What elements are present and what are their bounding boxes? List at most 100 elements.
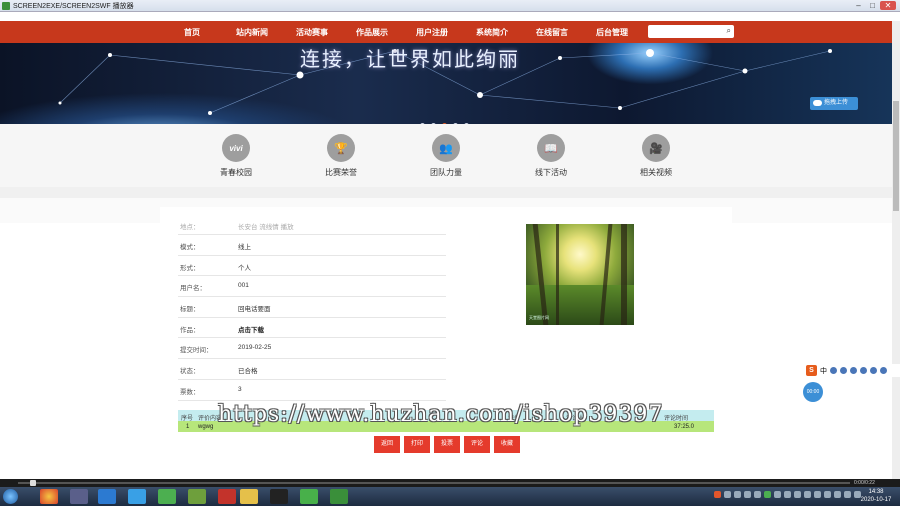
system-tray xyxy=(714,491,861,498)
close-button[interactable]: ✕ xyxy=(880,1,896,10)
tray-icon[interactable] xyxy=(814,491,821,498)
nav-item-events[interactable]: 活动赛事 xyxy=(282,27,342,38)
ime-tools-icon[interactable] xyxy=(880,367,887,374)
detail-key: 票数： xyxy=(180,388,200,396)
tray-icon[interactable] xyxy=(784,491,791,498)
tray-icon[interactable] xyxy=(774,491,781,498)
ime-keyboard-icon[interactable] xyxy=(860,367,867,374)
photo-caption: 天堂图片网 xyxy=(529,315,549,320)
ime-toolbar[interactable]: S 中 xyxy=(805,364,900,377)
feature-offline[interactable]: 📖 线下活动 xyxy=(521,134,581,178)
start-button-icon[interactable] xyxy=(3,489,18,504)
detail-row-location: 地点： 长安台 流线情 播放 xyxy=(178,223,446,235)
tray-icon[interactable] xyxy=(804,491,811,498)
ime-voice-icon[interactable] xyxy=(850,367,857,374)
chrome-icon[interactable] xyxy=(40,489,58,504)
detail-value: 长安台 流线情 播放 xyxy=(238,224,294,231)
detail-key: 作品： xyxy=(180,326,200,334)
tray-icon[interactable] xyxy=(724,491,731,498)
review-time: 37:25.0 xyxy=(674,424,695,430)
detail-row-votes: 票数： 3 xyxy=(178,380,446,401)
scrollbar-thumb[interactable] xyxy=(893,101,899,211)
sogou-ime-icon[interactable]: S xyxy=(806,365,817,376)
video-camera-icon: 🎥 xyxy=(642,134,670,162)
detail-key: 形式： xyxy=(180,264,200,272)
open-book-icon: 📖 xyxy=(537,134,565,162)
detail-row-work: 作品： 点击下载 xyxy=(178,318,446,339)
ime-punct-icon[interactable] xyxy=(830,367,837,374)
screen: SCREEN2EXE/SCREEN2SWF 播放器 – □ ✕ 首页 站内新闻 … xyxy=(0,0,900,506)
editor-taskbar-icon[interactable] xyxy=(158,489,176,504)
tray-icon[interactable] xyxy=(734,491,741,498)
feature-icons: vivi 青春校园 🏆 比赛荣誉 👥 团队力量 📖 线下活动 🎥 相关视频 xyxy=(0,124,892,200)
nav-item-works[interactable]: 作品展示 xyxy=(342,27,402,38)
photo-tree xyxy=(621,224,627,325)
tray-icon[interactable] xyxy=(764,491,771,498)
nav-item-admin[interactable]: 后台管理 xyxy=(582,27,642,38)
baidu-netdisk-icon[interactable] xyxy=(98,489,116,504)
detail-key: 用户名： xyxy=(180,285,206,293)
tray-icon[interactable] xyxy=(844,491,851,498)
player-taskbar-icon[interactable] xyxy=(330,489,348,504)
system-clock[interactable]: 14:38 2020-10-17 xyxy=(856,488,896,504)
search-input[interactable]: ⌕ xyxy=(648,25,734,38)
wechat-taskbar-icon[interactable] xyxy=(300,489,318,504)
feature-videos[interactable]: 🎥 相关视频 xyxy=(626,134,686,178)
tray-icon[interactable] xyxy=(794,491,801,498)
detail-value: 已合格 xyxy=(238,368,258,376)
comment-button[interactable]: 评论 xyxy=(464,436,490,453)
feature-label: 线下活动 xyxy=(535,168,567,177)
feature-label: 比赛荣誉 xyxy=(325,168,357,177)
page-scrollbar[interactable] xyxy=(892,21,900,479)
nav-item-news[interactable]: 站内新闻 xyxy=(222,27,282,38)
search-icon[interactable]: ⌕ xyxy=(727,26,731,36)
excel-taskbar-icon[interactable] xyxy=(188,489,206,504)
flash-taskbar-icon[interactable] xyxy=(218,489,236,504)
review-content: wgwg xyxy=(198,424,214,430)
print-button[interactable]: 打印 xyxy=(404,436,430,453)
vote-button[interactable]: 投票 xyxy=(434,436,460,453)
seek-handle[interactable] xyxy=(30,480,36,486)
qq-taskbar-icon[interactable] xyxy=(270,489,288,504)
tray-icon[interactable] xyxy=(744,491,751,498)
detail-value: 2019-02-25 xyxy=(238,344,272,352)
detail-row-mode: 模式： 线上 xyxy=(178,235,446,256)
nav-item-register[interactable]: 用户注册 xyxy=(402,27,462,38)
feature-honors[interactable]: 🏆 比赛荣誉 xyxy=(311,134,371,178)
ime-emoji-icon[interactable] xyxy=(840,367,847,374)
nav-item-guestbook[interactable]: 在线留言 xyxy=(522,27,582,38)
tray-icon[interactable] xyxy=(824,491,831,498)
nav-item-about[interactable]: 系统简介 xyxy=(462,27,522,38)
ime-mode[interactable]: 中 xyxy=(820,366,827,376)
tray-icon[interactable] xyxy=(754,491,761,498)
tray-icon[interactable] xyxy=(834,491,841,498)
app-taskbar-icon[interactable] xyxy=(70,489,88,504)
feature-label: 团队力量 xyxy=(430,168,462,177)
folder-taskbar-icon[interactable] xyxy=(240,489,258,504)
taskbar: 14:38 2020-10-17 xyxy=(0,487,900,506)
cloud-upload-icon xyxy=(813,100,822,106)
player-time: 0:00/0:22 xyxy=(854,480,875,486)
seek-track[interactable] xyxy=(18,482,850,484)
browser-taskbar-icon[interactable] xyxy=(128,489,146,504)
detail-fields: 地点： 长安台 流线情 播放 模式： 线上 形式： 个人 用户名： 001 标题： 回电… xyxy=(178,223,446,401)
tray-icon[interactable] xyxy=(714,491,721,498)
ime-skin-icon[interactable] xyxy=(870,367,877,374)
download-link[interactable]: 点击下载 xyxy=(238,324,264,334)
banner-slogan: 连接，让世界如此绚丽 xyxy=(300,47,520,71)
feature-campus[interactable]: vivi 青春校园 xyxy=(206,134,266,178)
feature-label: 相关视频 xyxy=(640,168,672,177)
nav-item-home[interactable]: 首页 xyxy=(162,27,222,38)
vivi-badge-icon: vivi xyxy=(222,134,250,162)
minimize-button[interactable]: – xyxy=(853,1,864,10)
maximize-button[interactable]: □ xyxy=(867,1,878,10)
feature-team[interactable]: 👥 团队力量 xyxy=(416,134,476,178)
detail-key: 地点： xyxy=(180,224,200,231)
floating-widget[interactable]: 00:00 xyxy=(803,382,823,402)
detail-value: 001 xyxy=(238,282,249,290)
clock-time: 14:38 xyxy=(868,489,884,495)
drag-upload-button[interactable]: 拖拽上传 xyxy=(810,97,858,110)
detail-key: 提交时间： xyxy=(180,347,213,355)
back-button[interactable]: 返回 xyxy=(374,436,400,453)
favorite-button[interactable]: 收藏 xyxy=(494,436,520,453)
